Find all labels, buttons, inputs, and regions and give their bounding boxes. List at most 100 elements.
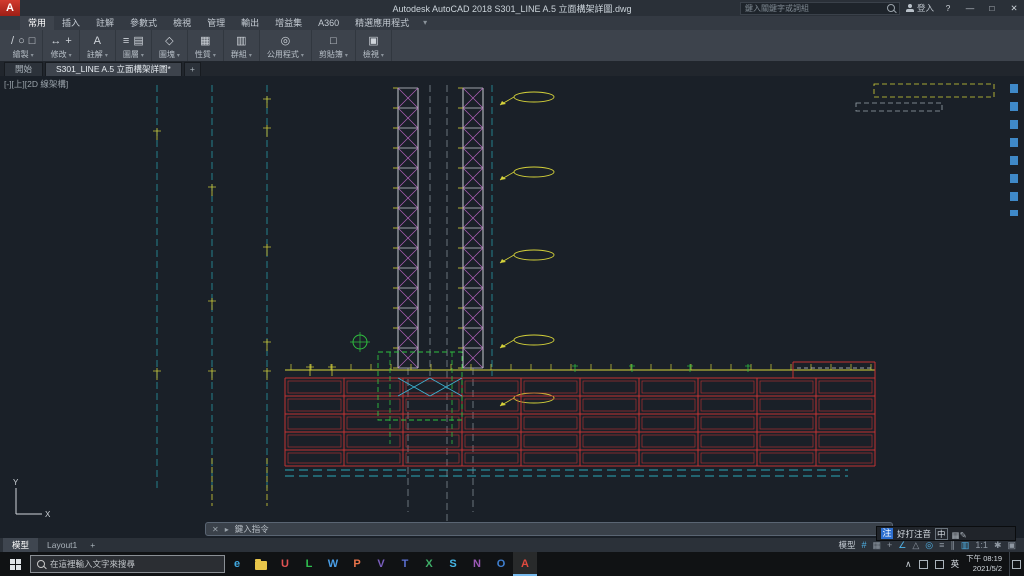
taskbar-app-icon[interactable]: A [513, 552, 537, 576]
tool-icon[interactable]: / [11, 34, 14, 48]
taskbar-app-icon[interactable]: T [393, 552, 417, 576]
tool-icon[interactable]: + [65, 34, 71, 48]
command-input[interactable]: 鍵入指令 [235, 523, 269, 535]
search-icon [886, 4, 895, 12]
ribbon-panel[interactable]: ◇ 圖塊 ▾ [152, 30, 188, 61]
status-toggle[interactable]: 1:1 [975, 540, 988, 550]
taskbar-app-icon[interactable]: S [441, 552, 465, 576]
taskbar-app-icon[interactable]: L [297, 552, 321, 576]
status-toggle[interactable]: ≡ [939, 540, 944, 550]
ime-icon[interactable]: 注 [881, 528, 893, 539]
svg-text:Y: Y [13, 478, 19, 487]
start-button[interactable] [0, 552, 30, 576]
status-bar: 模型 Layout1 + 模型 # ▦ + ∠ △ ◎ ≡ ∥ ▥ 1:1 ✱ ▣ [0, 538, 1024, 552]
language-indicator[interactable]: 英 [951, 558, 960, 570]
ribbon-panel[interactable]: / ○ □ 繪製 ▾ [4, 30, 44, 61]
ribbon-tab[interactable]: 精選應用程式 [347, 16, 417, 30]
ime-tool-icon[interactable]: ✎ [960, 530, 967, 540]
ribbon-panel[interactable]: ↔ + 修改 ▾ [43, 30, 80, 61]
ribbon-panel[interactable]: ▣ 檢視 ▾ [356, 30, 392, 61]
help-search-box[interactable]: 鍵入關鍵字或詞組 [739, 1, 900, 15]
ribbon-tab[interactable]: 插入 [54, 16, 88, 30]
close-button[interactable]: ✕ [1006, 3, 1022, 14]
ribbon-tab[interactable]: A360 [310, 16, 347, 30]
minimize-button[interactable]: — [962, 3, 978, 13]
status-toggle[interactable]: ▣ [1007, 540, 1016, 551]
tool-icon[interactable]: ▣ [368, 34, 378, 48]
ribbon-panel-label: 公用程式 ▾ [266, 50, 304, 59]
tool-icon[interactable]: A [94, 34, 101, 48]
taskbar-app-icon[interactable]: V [369, 552, 393, 576]
tool-icon[interactable]: ▥ [236, 34, 246, 48]
ribbon-tab[interactable]: 增益集 [267, 16, 310, 30]
tray-expand-icon[interactable]: ∧ [905, 559, 912, 570]
tool-icon[interactable]: ◎ [281, 34, 291, 48]
navigation-bar[interactable] [1010, 84, 1018, 216]
model-tab[interactable]: 模型 [3, 538, 39, 552]
status-model-label[interactable]: 模型 [838, 539, 855, 551]
ribbon-tab[interactable]: 註解 [88, 16, 122, 30]
ribbon-panel[interactable]: ≡ ▤ 圖層 ▾ [116, 30, 152, 61]
add-layout-button[interactable]: + [86, 538, 99, 552]
file-tab-start[interactable]: 開始 [4, 62, 44, 76]
tool-icon[interactable]: □ [29, 34, 36, 48]
file-tab-current[interactable]: S301_LINE A.5 立面構架詳圖* [45, 62, 182, 76]
new-drawing-tab-button[interactable]: + [183, 62, 201, 76]
ribbon-collapse-icon[interactable]: ▾ [417, 16, 433, 30]
taskbar-app-icon[interactable]: e [225, 552, 249, 576]
ribbon-tab[interactable]: 管理 [199, 16, 233, 30]
maximize-button[interactable]: □ [984, 3, 1000, 13]
svg-text:X: X [45, 510, 51, 519]
drawing-canvas[interactable]: YX [-][上][2D 線架構] ✕ ▸ 鍵入指令 i 未調和的新圖層 ✕ 找… [0, 76, 1024, 538]
command-close-icon[interactable]: ✕ [212, 525, 219, 534]
tool-icon[interactable]: ◇ [165, 34, 173, 48]
tool-icon[interactable]: □ [330, 34, 337, 48]
taskbar-app-icon[interactable]: N [465, 552, 489, 576]
ribbon-tab-bar: 常用 插入 註解 參數式 檢視 管理 輸出 增益集 A360 精選應用程式 ▾ [0, 16, 1024, 30]
status-toggle[interactable]: # [861, 540, 866, 550]
tray-icon[interactable] [934, 559, 944, 569]
status-toggle[interactable]: ◎ [925, 540, 933, 551]
tray-icon[interactable] [918, 559, 928, 569]
ribbon-panel[interactable]: □ 剪貼簿 ▾ [312, 30, 356, 61]
viewport-controls[interactable]: [-][上][2D 線架構] [4, 78, 68, 90]
taskbar-app-icon[interactable]: U [273, 552, 297, 576]
status-toggle[interactable]: ∠ [898, 540, 906, 551]
ime-toolbar[interactable]: 注 好打注音 中 ▦✎ [876, 526, 1016, 541]
tool-icon[interactable]: ▤ [133, 34, 143, 48]
layout1-tab[interactable]: Layout1 [38, 538, 86, 552]
ribbon-tab[interactable]: 常用 [20, 16, 55, 30]
taskbar-app-icon[interactable]: X [417, 552, 441, 576]
status-toggle[interactable]: ✱ [994, 540, 1002, 551]
tool-icon[interactable]: ▦ [200, 34, 210, 48]
ime-tool-icon[interactable]: ▦ [952, 530, 960, 540]
ime-mode-toggle[interactable]: 中 [935, 527, 948, 540]
taskbar-app-icon[interactable] [249, 552, 273, 576]
taskbar-app-icon[interactable]: P [345, 552, 369, 576]
help-button[interactable]: ? [940, 3, 956, 13]
help-search-placeholder: 鍵入關鍵字或詞組 [744, 3, 809, 13]
ribbon-tab[interactable]: 檢視 [165, 16, 199, 30]
command-line[interactable]: ✕ ▸ 鍵入指令 [205, 522, 893, 536]
ribbon-panel[interactable]: ▥ 群組 ▾ [224, 30, 260, 61]
autocad-app-logo[interactable]: A [0, 0, 20, 16]
taskbar-clock[interactable]: 下午 08:19 2021/5/2 [966, 554, 1002, 574]
taskbar-app-icon[interactable]: W [321, 552, 345, 576]
ribbon-panel[interactable]: ▦ 性質 ▾ [188, 30, 224, 61]
cad-drawing: YX [13, 83, 995, 524]
taskbar-app-icon[interactable]: O [489, 552, 513, 576]
tool-icon[interactable]: ↔ [50, 34, 61, 48]
tool-icon[interactable]: ≡ [123, 34, 129, 48]
taskbar-search[interactable]: 在這裡輸入文字來搜尋 [30, 555, 225, 573]
ribbon-tab[interactable]: 參數式 [122, 16, 165, 30]
tool-icon[interactable]: ○ [18, 34, 25, 48]
ribbon-panel[interactable]: A 註解 ▾ [80, 30, 116, 61]
ribbon-tab[interactable]: 輸出 [233, 16, 267, 30]
action-center-button[interactable] [1009, 552, 1022, 576]
status-toggle[interactable]: △ [912, 540, 919, 551]
status-toggle[interactable]: + [887, 540, 892, 550]
status-toggle[interactable]: ▦ [873, 540, 882, 551]
ribbon-panel[interactable]: ◎ 公用程式 ▾ [260, 30, 312, 61]
signin-button[interactable]: 登入 [905, 2, 934, 14]
signin-label: 登入 [916, 3, 934, 13]
